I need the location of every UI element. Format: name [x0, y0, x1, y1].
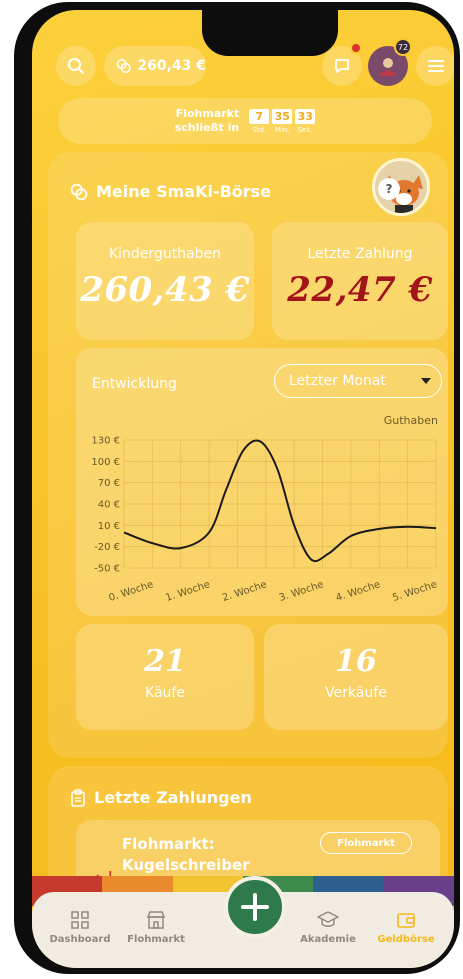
x-tick-label: 5. Woche [391, 579, 438, 604]
sales-value: 16 [335, 644, 377, 679]
nav-akademie[interactable]: Akademie [290, 910, 366, 945]
plus-icon [241, 893, 269, 921]
y-tick-label: 130 € [91, 436, 120, 447]
kids-balance-label: Kinderguthaben [108, 246, 222, 262]
nav-geldboerse[interactable]: Geldbörse [368, 910, 444, 945]
y-tick-label: 40 € [98, 500, 120, 511]
payment-tag: Flohmarkt [320, 832, 412, 854]
search-icon [68, 58, 84, 74]
graduation-cap-icon [317, 911, 339, 927]
x-tick-label: 2. Woche [221, 579, 268, 604]
last-payment-value: 22,47 € [287, 270, 433, 310]
series-legend: Guthaben [383, 414, 438, 427]
x-tick-label: 4. Woche [334, 579, 381, 604]
y-tick-label: 70 € [98, 478, 120, 489]
coins-icon [70, 183, 88, 200]
avatar-icon [380, 58, 396, 76]
period-dropdown[interactable]: Letzter Monat [274, 364, 442, 398]
menu-button[interactable] [416, 46, 454, 86]
nav-flohmarkt[interactable]: Flohmarkt [118, 910, 194, 945]
y-tick-label: 10 € [98, 521, 120, 532]
notification-dot [350, 42, 362, 54]
clipboard-icon [71, 788, 85, 807]
kids-balance-value: 260,43 € [80, 270, 250, 310]
add-button[interactable] [224, 876, 286, 938]
last-payment-label: Letzte Zahlung [307, 246, 413, 262]
app-screen: 260,43 € 72 Flohmarkt schließt in 7 Std.… [32, 10, 454, 968]
payments-title: Letzte Zahlungen [70, 788, 252, 807]
y-tick-label: -20 € [94, 542, 120, 553]
shop-icon [146, 911, 166, 929]
purchases-value: 21 [144, 644, 186, 679]
purchases-label: Käufe [145, 685, 185, 701]
coins-icon [116, 58, 131, 74]
last-payment-box: Letzte Zahlung 22,47 € [272, 222, 448, 340]
wallet-title: Meine SmaKi-Börse [70, 182, 271, 201]
y-tick-label: -50 € [94, 564, 120, 575]
kids-balance-box: Kinderguthaben 260,43 € [76, 222, 254, 340]
countdown-minutes: 35 Min. [272, 108, 293, 134]
search-button[interactable] [56, 46, 96, 86]
x-tick-label: 0. Woche [108, 579, 155, 604]
profile-badge: 72 [394, 38, 412, 56]
header-balance: 260,43 € [137, 58, 206, 74]
menu-icon [428, 60, 444, 72]
purchases-box: 21 Käufe [76, 624, 254, 730]
nav-dashboard[interactable]: Dashboard [42, 910, 118, 945]
device-notch [202, 10, 338, 56]
grid-icon [71, 911, 89, 929]
chat-icon [335, 59, 349, 73]
flea-market-countdown: Flohmarkt schließt in 7 Std. 35 Min. 33 … [58, 98, 432, 144]
phone-frame: 260,43 € 72 Flohmarkt schließt in 7 Std.… [14, 2, 460, 974]
y-tick-label: 100 € [91, 457, 120, 468]
countdown-label: Flohmarkt schließt in [174, 107, 240, 134]
sales-box: 16 Verkäufe [264, 624, 448, 730]
period-selected: Letzter Monat [289, 373, 386, 389]
countdown-seconds: 33 Sek. [295, 108, 316, 134]
line-chart: 130 € 100 € 70 € 40 € 10 € -20 € -50 € 0. Woche… [91, 436, 438, 604]
countdown-hours: 7 Std. [249, 108, 270, 134]
development-chart-card: Entwicklung Letzter Monat Guthaben 130 €… [76, 348, 448, 616]
x-tick-label: 1. Woche [164, 579, 211, 604]
payment-title: Flohmarkt: Kugelschreiber [122, 835, 250, 874]
chevron-down-icon [421, 378, 431, 384]
help-button[interactable]: ? [378, 178, 400, 200]
chart-title: Entwicklung [92, 376, 177, 392]
balance-pill[interactable]: 260,43 € [104, 46, 206, 86]
wallet-icon [397, 913, 415, 928]
series-line-guthaben [123, 439, 437, 563]
sales-label: Verkäufe [325, 685, 387, 701]
x-tick-label: 3. Woche [278, 579, 325, 604]
